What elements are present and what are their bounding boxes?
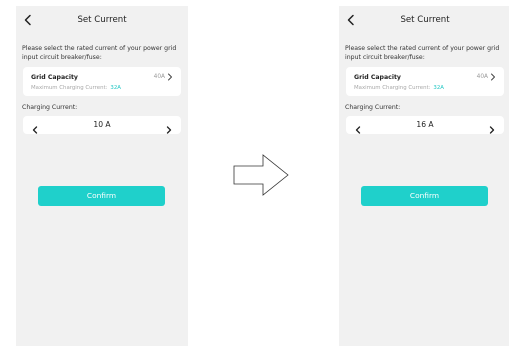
grid-capacity-row[interactable]: Grid Capacity 40A (31, 72, 173, 82)
page-title: Set Current (77, 15, 127, 25)
max-charging-current-value: 32A (110, 85, 121, 91)
top-bar: Set Current (16, 6, 188, 36)
comparison-stage: Set Current Please select the rated curr… (0, 0, 509, 349)
max-charging-current-value: 32A (433, 85, 444, 91)
max-charging-current-row: Maximum Charging Current: 32A (354, 85, 496, 91)
confirm-button[interactable]: Confirm (361, 186, 488, 206)
phone-screen-before: Set Current Please select the rated curr… (16, 6, 188, 346)
charging-current-label: Charging Current: (22, 104, 78, 111)
max-charging-current-label: Maximum Charging Current: (354, 85, 431, 91)
confirm-button[interactable]: Confirm (38, 186, 165, 206)
chevron-right-icon (491, 73, 495, 81)
max-charging-current-row: Maximum Charging Current: 32A (31, 85, 173, 91)
grid-capacity-card: Grid Capacity 40A Maximum Charging Curre… (346, 67, 504, 96)
chevron-right-icon (489, 126, 495, 134)
top-bar: Set Current (339, 6, 509, 36)
grid-capacity-label: Grid Capacity (354, 73, 401, 81)
chevron-right-icon (168, 73, 172, 81)
grid-capacity-value-group: 40A (154, 73, 173, 81)
charging-current-stepper: 16 A (346, 116, 504, 134)
grid-capacity-value: 40A (476, 74, 488, 80)
chevron-right-icon (166, 126, 172, 134)
charging-current-value: 10 A (93, 120, 111, 129)
grid-capacity-card: Grid Capacity 40A Maximum Charging Curre… (23, 67, 181, 96)
max-charging-current-label: Maximum Charging Current: (31, 85, 108, 91)
page-title: Set Current (400, 15, 450, 25)
charging-current-value: 16 A (416, 120, 434, 129)
right-arrow-icon (233, 154, 289, 196)
grid-capacity-value: 40A (153, 74, 165, 80)
charging-current-label: Charging Current: (345, 104, 401, 111)
instruction-text: Please select the rated current of your … (345, 45, 500, 61)
increase-button[interactable] (164, 120, 174, 134)
grid-capacity-row[interactable]: Grid Capacity 40A (354, 72, 496, 82)
instruction-text: Please select the rated current of your … (22, 45, 177, 61)
grid-capacity-label: Grid Capacity (31, 73, 78, 81)
phone-screen-after: Set Current Please select the rated curr… (339, 6, 509, 346)
charging-current-stepper: 10 A (23, 116, 181, 134)
increase-button[interactable] (487, 120, 497, 134)
grid-capacity-value-group: 40A (477, 73, 496, 81)
